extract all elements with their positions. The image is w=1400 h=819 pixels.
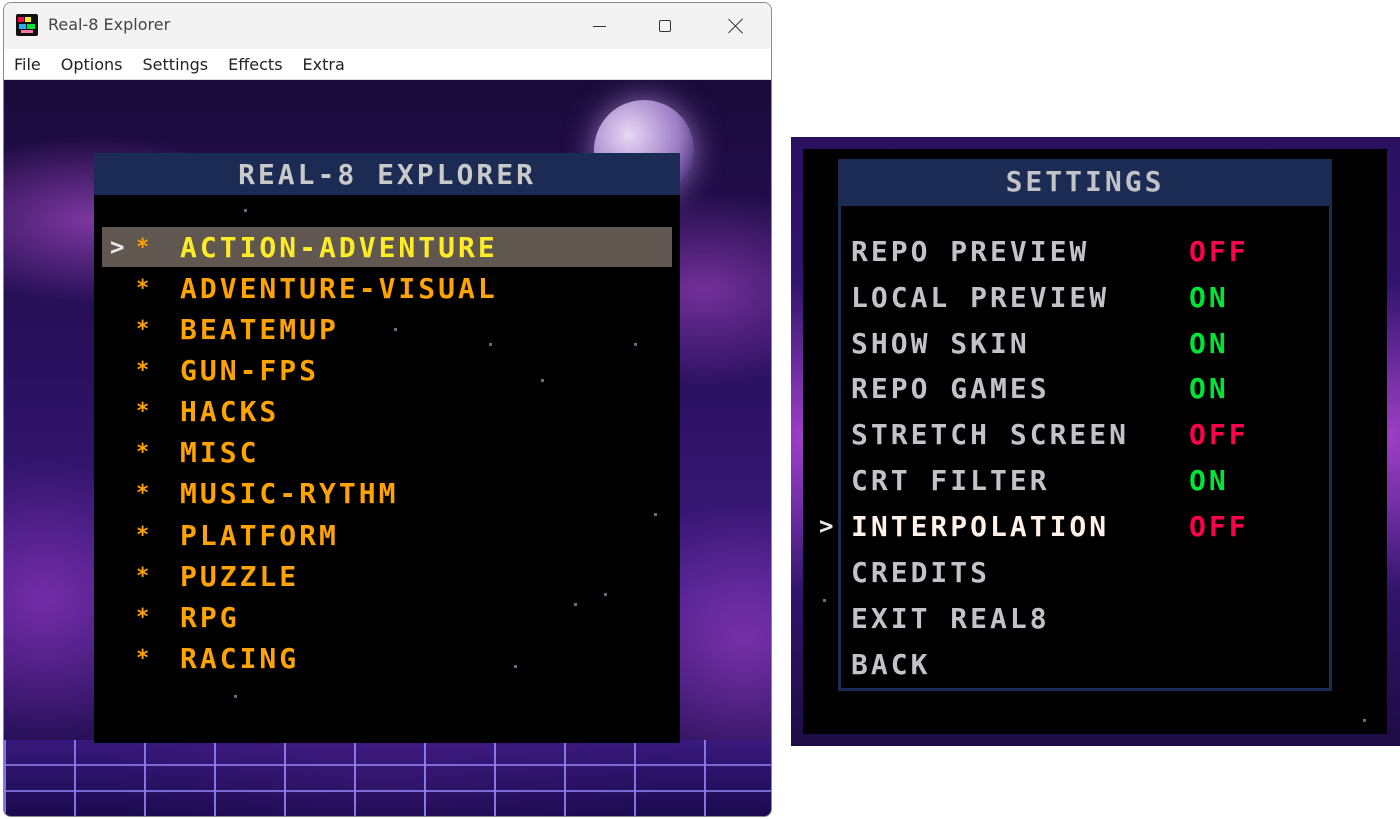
setting-back[interactable]: BACK [851,644,1321,684]
bullet-icon: * [136,522,153,548]
category-item-adventure-visual[interactable]: * ADVENTURE-VISUAL [102,268,672,308]
setting-value: ON [1189,280,1229,314]
synthwave-grid-floor [4,740,771,816]
setting-repo-games[interactable]: REPO GAMES ON [851,368,1321,408]
category-item-gun-fps[interactable]: * GUN-FPS [102,350,672,390]
setting-label: INTERPOLATION [851,509,1110,543]
menu-bar: File Options Settings Effects Extra [4,49,771,80]
selection-cursor: > [110,233,128,261]
maximize-button[interactable] [636,3,694,49]
setting-label: STRETCH SCREEN [851,417,1130,451]
setting-repo-preview[interactable]: REPO PREVIEW OFF [851,231,1321,271]
category-label: PUZZLE [180,559,300,593]
selection-cursor: > [819,512,837,540]
category-label: GUN-FPS [180,353,320,387]
category-label: RACING [180,641,300,675]
category-label: MUSIC-RYTHM [180,476,399,510]
explorer-title: REAL-8 EXPLORER [238,157,536,191]
setting-crt-filter[interactable]: CRT FILTER ON [851,460,1321,500]
bullet-icon: * [136,234,153,260]
category-item-racing[interactable]: * RACING [102,638,672,678]
bullet-icon: * [136,563,153,589]
setting-local-preview[interactable]: LOCAL PREVIEW ON [851,277,1321,317]
menu-settings[interactable]: Settings [133,55,219,74]
category-item-rpg[interactable]: * RPG [102,597,672,637]
window-title: Real-8 Explorer [48,15,171,34]
bullet-icon: * [136,398,153,424]
category-label: BEATEMUP [180,312,339,346]
menu-extra[interactable]: Extra [293,55,355,74]
setting-show-skin[interactable]: SHOW SKIN ON [851,323,1321,363]
bullet-icon: * [136,645,153,671]
category-label: MISC [180,435,260,469]
category-label: PLATFORM [180,518,339,552]
star-dot [244,209,247,212]
setting-value: OFF [1189,417,1249,451]
setting-value: OFF [1189,234,1249,268]
setting-value: ON [1189,371,1229,405]
category-label: ADVENTURE-VISUAL [180,271,498,305]
setting-label: SHOW SKIN [851,326,1030,360]
settings-header: SETTINGS [838,159,1332,203]
setting-label: EXIT REAL8 [851,601,1050,635]
settings-title: SETTINGS [1005,164,1165,198]
category-item-hacks[interactable]: * HACKS [102,391,672,431]
setting-label: CREDITS [851,555,991,589]
close-icon [728,18,744,34]
setting-credits[interactable]: CREDITS [851,552,1321,592]
setting-value: ON [1189,326,1229,360]
setting-stretch-screen[interactable]: STRETCH SCREEN OFF [851,414,1321,454]
star-dot [234,695,237,698]
bullet-icon: * [136,480,153,506]
category-item-misc[interactable]: * MISC [102,432,672,472]
maximize-icon [659,20,671,32]
star-dot [823,599,826,602]
category-label: HACKS [180,394,280,428]
app-icon [16,14,38,36]
category-item-action-adventure[interactable]: > * ACTION-ADVENTURE [102,227,672,267]
category-label: RPG [180,600,240,634]
setting-label: REPO GAMES [851,371,1050,405]
minimize-icon [592,25,606,27]
close-button[interactable] [707,3,765,49]
star-dot [1363,719,1366,722]
setting-value: OFF [1189,509,1249,543]
category-item-puzzle[interactable]: * PUZZLE [102,556,672,596]
bullet-icon: * [136,604,153,630]
category-label: ACTION-ADVENTURE [180,230,498,264]
category-item-platform[interactable]: * PLATFORM [102,515,672,555]
bullet-icon: * [136,439,153,465]
app-window: Real-8 Explorer File Options Settings Ef… [3,2,772,817]
explorer-header: REAL-8 EXPLORER [94,153,680,195]
title-bar[interactable]: Real-8 Explorer [4,3,771,49]
minimize-button[interactable] [570,3,628,49]
settings-screen: SETTINGS REPO PREVIEW OFF LOCAL PREVIEW … [791,137,1400,746]
category-item-beatemup[interactable]: * BEATEMUP [102,309,672,349]
menu-effects[interactable]: Effects [218,55,292,74]
setting-label: CRT FILTER [851,463,1050,497]
menu-options[interactable]: Options [51,55,133,74]
explorer-menu-panel: REAL-8 EXPLORER > * ACTION-ADVENTURE * A… [94,153,680,743]
setting-value: ON [1189,463,1229,497]
setting-exit-real8[interactable]: EXIT REAL8 [851,598,1321,638]
game-screen: REAL-8 EXPLORER > * ACTION-ADVENTURE * A… [4,80,771,816]
bullet-icon: * [136,316,153,342]
bullet-icon: * [136,275,153,301]
bullet-icon: * [136,357,153,383]
setting-label: REPO PREVIEW [851,234,1090,268]
menu-file[interactable]: File [4,55,51,74]
setting-interpolation[interactable]: > INTERPOLATION OFF [819,506,1321,546]
setting-label: BACK [851,647,931,681]
setting-label: LOCAL PREVIEW [851,280,1110,314]
category-item-music-rythm[interactable]: * MUSIC-RYTHM [102,473,672,513]
